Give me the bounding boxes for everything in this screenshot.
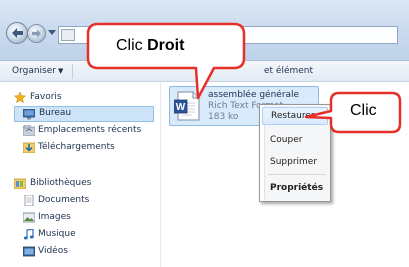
menu-item-properties[interactable]: Propriétés (262, 179, 328, 197)
file-size: 183 ko (208, 112, 239, 122)
sidebar-item-music[interactable]: Musique (0, 227, 160, 243)
sidebar-item-label: Musique (38, 229, 76, 239)
arrow-left-icon (12, 28, 23, 38)
toolbar-divider (72, 64, 73, 79)
sidebar-item-label: Vidéos (38, 246, 68, 256)
sidebar-item-videos[interactable]: Vidéos (0, 244, 160, 260)
navigation-pane: Favoris Bureau Emplacements récents Télé… (0, 82, 160, 267)
images-icon (23, 212, 35, 223)
sidebar-item-bureau[interactable]: Bureau (14, 106, 154, 122)
downloads-icon (23, 142, 35, 153)
explorer-window: Organiser ▼ et élément Favoris Bureau Em… (0, 0, 409, 267)
sidebar-item-downloads[interactable]: Téléchargements (0, 140, 160, 156)
callout-right-click-text: Clic Droit (116, 37, 184, 55)
sidebar-item-recent-places[interactable]: Emplacements récents (0, 123, 160, 139)
sidebar-item-label: Emplacements récents (38, 125, 142, 135)
organize-label: Organiser (12, 66, 56, 76)
sidebar-item-label: Images (38, 212, 71, 222)
arrow-right-icon (32, 29, 41, 38)
callout-right-click-bold: Droit (147, 37, 185, 54)
documents-icon (24, 195, 34, 206)
libraries-icon (14, 178, 26, 189)
recent-places-icon (23, 125, 35, 136)
sidebar-item-label: Bibliothèques (30, 178, 92, 188)
speech-bubble-shape (86, 22, 246, 100)
callout-right-click: Clic Droit (84, 22, 254, 102)
location-icon (61, 29, 75, 41)
back-button[interactable] (6, 22, 28, 44)
history-dropdown-icon[interactable] (48, 30, 56, 36)
chevron-down-icon: ▼ (58, 67, 64, 75)
sidebar-item-images[interactable]: Images (0, 210, 160, 226)
menu-separator (268, 174, 326, 175)
music-icon (23, 229, 34, 240)
videos-icon (23, 246, 35, 257)
callout-click: Clic (302, 90, 402, 135)
sidebar-item-libraries[interactable]: Bibliothèques (0, 176, 160, 192)
sidebar-item-documents[interactable]: Documents (0, 193, 160, 209)
new-folder-button[interactable]: et élément (264, 66, 313, 76)
menu-item-delete[interactable]: Supprimer (262, 153, 328, 171)
callout-right-click-prefix: Clic (116, 37, 148, 54)
sidebar-item-label: Documents (38, 195, 90, 205)
sidebar-item-label: Favoris (30, 92, 62, 102)
star-icon (14, 92, 26, 103)
callout-click-text: Clic (350, 102, 377, 119)
sidebar-item-label: Téléchargements (38, 142, 115, 152)
svg-text:W: W (176, 102, 186, 113)
sidebar-item-label: Bureau (39, 108, 72, 118)
forward-button[interactable] (27, 24, 46, 43)
organize-button[interactable]: Organiser ▼ (12, 66, 63, 76)
desktop-icon (23, 109, 35, 120)
